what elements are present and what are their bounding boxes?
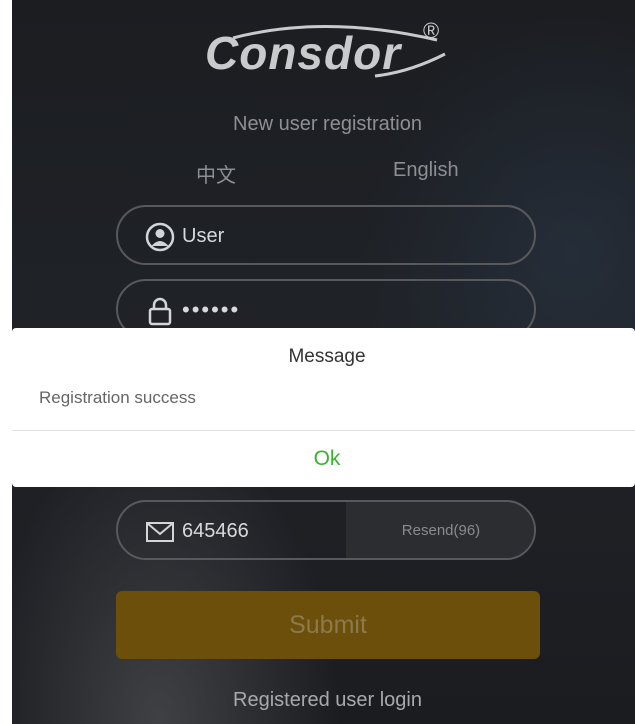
consdor-logo: Consdor ® — [205, 18, 455, 80]
language-english-option[interactable]: English — [393, 159, 459, 182]
username-input[interactable]: User — [116, 205, 536, 265]
dialog-title: Message — [288, 346, 366, 367]
lock-icon — [148, 297, 172, 326]
language-chinese-option[interactable]: 中文 — [196, 159, 236, 188]
logo-wordmark: Consdor — [205, 27, 402, 79]
registered-mark: ® — [423, 18, 440, 43]
submit-button[interactable]: Submit — [116, 591, 540, 659]
username-value: User — [182, 225, 225, 247]
password-mask: •••••• — [182, 297, 241, 322]
dialog-ok-button[interactable]: Ok — [12, 431, 635, 487]
dialog-message: Registration success — [39, 388, 196, 407]
verification-code-value: 645466 — [182, 520, 249, 542]
left-edge-strip — [0, 0, 12, 724]
message-dialog: Message Registration success Ok — [12, 328, 635, 487]
user-icon — [145, 222, 175, 252]
page-title: New user registration — [233, 113, 422, 135]
registered-user-login-link[interactable]: Registered user login — [0, 689, 635, 712]
resend-code-button[interactable]: Resend(96) — [346, 502, 534, 558]
mail-icon — [146, 522, 174, 542]
verification-code-input[interactable]: 645466 Resend(96) — [116, 500, 536, 560]
